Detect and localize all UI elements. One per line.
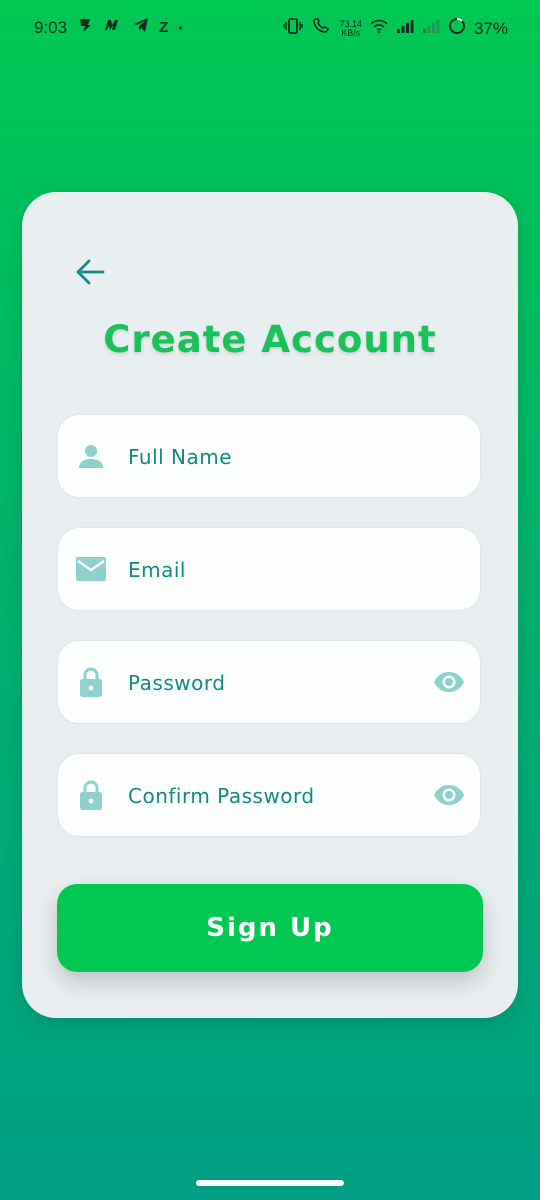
arrow-left-icon <box>76 259 105 285</box>
confirm-password-input[interactable] <box>128 754 408 838</box>
status-bar: 9:03 Z • 73.14 KB/s 37% <box>0 0 540 56</box>
page-title: Create Account <box>103 318 437 361</box>
notification-dot: • <box>178 21 183 35</box>
battery-icon <box>448 17 466 40</box>
z-app-icon: Z <box>159 19 169 36</box>
status-time: 9:03 <box>34 18 68 37</box>
sign-up-button[interactable]: Sign Up <box>57 884 483 972</box>
vibrate-icon <box>283 18 304 39</box>
back-button[interactable] <box>72 254 108 290</box>
eye-icon <box>434 672 464 692</box>
eye-icon <box>434 785 464 805</box>
email-input[interactable] <box>128 528 408 612</box>
home-indicator[interactable] <box>196 1180 344 1186</box>
password-visibility-toggle[interactable] <box>432 667 466 697</box>
status-right: 73.14 KB/s 37% <box>283 16 508 40</box>
app-notification-icon <box>77 17 93 39</box>
signal-icon-secondary <box>422 18 440 39</box>
full-name-field[interactable] <box>57 414 481 499</box>
person-icon <box>76 441 106 471</box>
status-left: 9:03 Z • <box>34 17 182 39</box>
confirm-password-visibility-toggle[interactable] <box>432 780 466 810</box>
app-notification-icon <box>103 18 123 38</box>
network-speed-unit: KB/s <box>341 27 361 38</box>
call-icon <box>311 16 331 39</box>
signal-icon <box>396 18 414 39</box>
mail-icon <box>76 554 106 584</box>
lock-icon <box>76 780 106 810</box>
lock-icon <box>76 667 106 697</box>
telegram-icon <box>133 17 149 39</box>
full-name-input[interactable] <box>128 415 408 499</box>
network-speed: 73.14 KB/s <box>339 19 362 38</box>
password-input[interactable] <box>128 641 408 725</box>
wifi-icon <box>370 18 388 39</box>
signup-card: Create Account Sign Up <box>22 192 518 1018</box>
email-field[interactable] <box>57 527 481 612</box>
battery-percent: 37% <box>473 18 508 38</box>
password-field[interactable] <box>57 640 481 725</box>
confirm-password-field[interactable] <box>57 753 481 838</box>
